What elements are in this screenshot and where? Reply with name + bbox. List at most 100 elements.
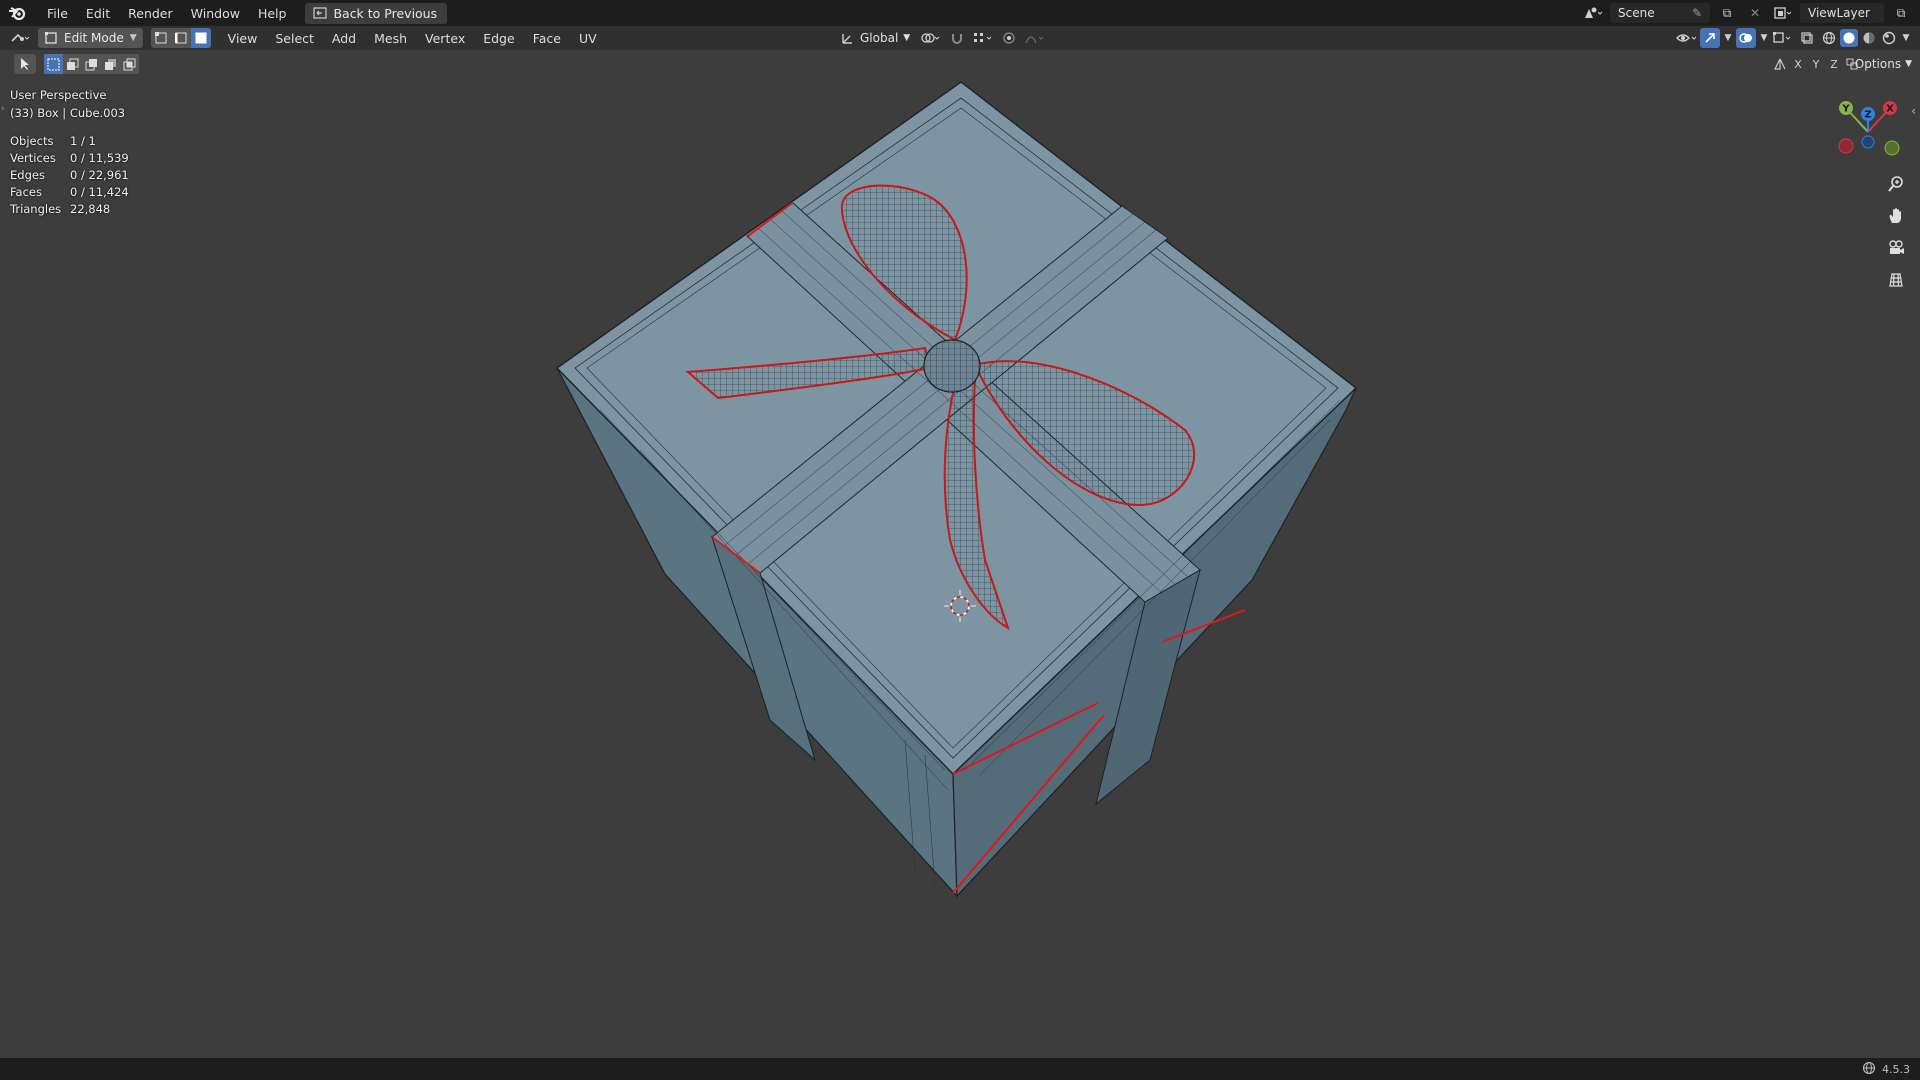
z-axis-label: Z [1864, 110, 1871, 121]
menu-uv[interactable]: UV [570, 28, 606, 49]
view-layer-name: ViewLayer [1808, 6, 1870, 20]
pan-hand-icon[interactable] [1884, 204, 1908, 228]
mirror-x-button[interactable]: X [1790, 54, 1806, 74]
scene-name: Scene [1618, 6, 1655, 20]
mesh-symmetry-icon [1772, 54, 1788, 74]
neg-z-axis-icon[interactable] [1861, 135, 1875, 149]
zoom-icon[interactable] [1884, 172, 1908, 196]
menu-view[interactable]: View [219, 28, 267, 49]
pin-icon[interactable]: ✎ [1692, 6, 1702, 20]
scene-name-field[interactable]: Scene ✎ [1610, 3, 1710, 23]
menu-file[interactable]: File [38, 3, 77, 24]
x-axis-label: X [1886, 104, 1894, 115]
toolbar-expand-icon[interactable]: › [1, 104, 5, 114]
orthographic-toggle-icon[interactable] [1884, 268, 1908, 292]
scene-selector-icon[interactable] [1582, 3, 1604, 23]
pivot-point-icon[interactable] [920, 28, 942, 48]
menu-window[interactable]: Window [182, 3, 249, 24]
menu-edge[interactable]: Edge [474, 28, 523, 49]
stat-row: Triangles 22,848 [10, 200, 129, 217]
xray-toggle-icon[interactable] [1796, 28, 1818, 48]
mirror-axis-buttons: X Y Z [1772, 54, 1860, 74]
globe-icon [1862, 1061, 1876, 1078]
stat-value: 1 / 1 [70, 133, 96, 148]
mirror-y-button[interactable]: Y [1808, 54, 1824, 74]
status-bar: 4.5.3 [0, 1058, 1920, 1080]
menu-vertex[interactable]: Vertex [416, 28, 474, 49]
navigation-gizmo[interactable]: Y Z X [1826, 96, 1910, 166]
object-info: (33) Box | Cube.003 [10, 106, 126, 120]
snap-toggle-icon[interactable] [946, 28, 968, 48]
mode-label: Edit Mode [64, 31, 124, 45]
solid-shading-icon[interactable] [1840, 29, 1858, 47]
stat-label: Objects [10, 133, 54, 148]
back-icon [313, 7, 328, 19]
menu-edit[interactable]: Edit [77, 3, 119, 24]
gizmo-toggle-icon[interactable] [1700, 28, 1720, 48]
subtract-selection-icon[interactable] [82, 54, 101, 74]
chevron-down-icon: ▼ [129, 33, 137, 43]
selection-mode-buttons [44, 54, 139, 74]
visibility-selectability-icon[interactable] [1676, 28, 1698, 48]
stat-value: 22,848 [70, 201, 111, 216]
snap-target-icon[interactable] [972, 28, 994, 48]
neg-y-axis-icon[interactable] [1884, 140, 1900, 156]
mode-dropdown[interactable]: Edit Mode ▼ [38, 28, 143, 48]
material-preview-icon[interactable] [1860, 29, 1878, 47]
view-layer-selector-icon[interactable] [1772, 3, 1794, 23]
stat-value: 0 / 22,961 [70, 167, 129, 182]
wireframe-shading-icon[interactable] [1820, 29, 1838, 47]
edge-select-button[interactable] [170, 28, 191, 48]
menu-render[interactable]: Render [119, 3, 182, 24]
gizmo-dropdown-icon[interactable]: ▼ [1722, 28, 1734, 48]
mirror-z-button[interactable]: Z [1826, 54, 1842, 74]
viewport-3d[interactable] [0, 76, 1920, 1056]
invert-selection-icon[interactable] [101, 54, 120, 74]
viewport-info: User Perspective (33) Box | Cube.003 [10, 86, 125, 122]
stat-label: Faces [10, 184, 42, 199]
stat-label: Vertices [10, 150, 56, 165]
stat-row: Faces 0 / 11,424 [10, 183, 129, 200]
orientation-icon [842, 34, 852, 44]
options-label: Options [1854, 57, 1902, 71]
overlays-dropdown-icon[interactable]: ▼ [1758, 28, 1770, 48]
set-new-selection-icon[interactable] [44, 54, 63, 74]
neg-x-axis-icon[interactable] [1838, 138, 1854, 154]
options-dropdown[interactable]: Options ▼ [1855, 54, 1912, 74]
proportional-editing-icon[interactable] [998, 28, 1020, 48]
y-axis-label: Y [1841, 104, 1850, 115]
select-tool-icon[interactable] [14, 54, 36, 74]
new-scene-icon[interactable]: ⧉ [1716, 3, 1738, 23]
menu-mesh[interactable]: Mesh [365, 28, 416, 49]
extend-selection-icon[interactable] [63, 54, 82, 74]
face-select-button[interactable] [190, 28, 211, 48]
edit-mode-icon [45, 32, 57, 44]
editor-type-icon[interactable] [10, 28, 32, 48]
stat-row: Objects 1 / 1 [10, 132, 129, 149]
mesh-edit-overlays-icon[interactable] [1772, 28, 1794, 48]
menu-add[interactable]: Add [323, 28, 365, 49]
falloff-icon[interactable] [1024, 28, 1046, 48]
viewport-navigation [1884, 172, 1908, 292]
transform-orientation-dropdown[interactable]: Global ▼ [835, 28, 916, 48]
chevron-down-icon: ▼ [1905, 59, 1912, 69]
new-view-layer-icon[interactable]: ⧉ [1890, 3, 1912, 23]
menu-help[interactable]: Help [249, 3, 296, 24]
stat-label: Edges [10, 167, 45, 182]
delete-scene-icon[interactable]: ✕ [1744, 3, 1766, 23]
tool-row: X Y Z Options ▼ [0, 52, 1920, 76]
vertex-select-button[interactable] [150, 28, 171, 48]
back-to-previous-button[interactable]: Back to Previous [305, 2, 448, 24]
camera-view-icon[interactable] [1884, 236, 1908, 260]
blender-logo-icon[interactable] [6, 2, 28, 24]
view-layer-field[interactable]: ViewLayer [1800, 3, 1884, 23]
shading-dropdown-icon[interactable]: ▼ [1900, 28, 1912, 48]
intersect-selection-icon[interactable] [120, 54, 139, 74]
stat-value: 0 / 11,539 [70, 150, 129, 165]
menu-select[interactable]: Select [266, 28, 323, 49]
sidebar-toggle-icon[interactable]: ‹ [1911, 104, 1916, 118]
overlays-toggle-icon[interactable] [1736, 28, 1756, 48]
stat-row: Vertices 0 / 11,539 [10, 149, 129, 166]
rendered-shading-icon[interactable] [1880, 29, 1898, 47]
menu-face[interactable]: Face [524, 28, 570, 49]
